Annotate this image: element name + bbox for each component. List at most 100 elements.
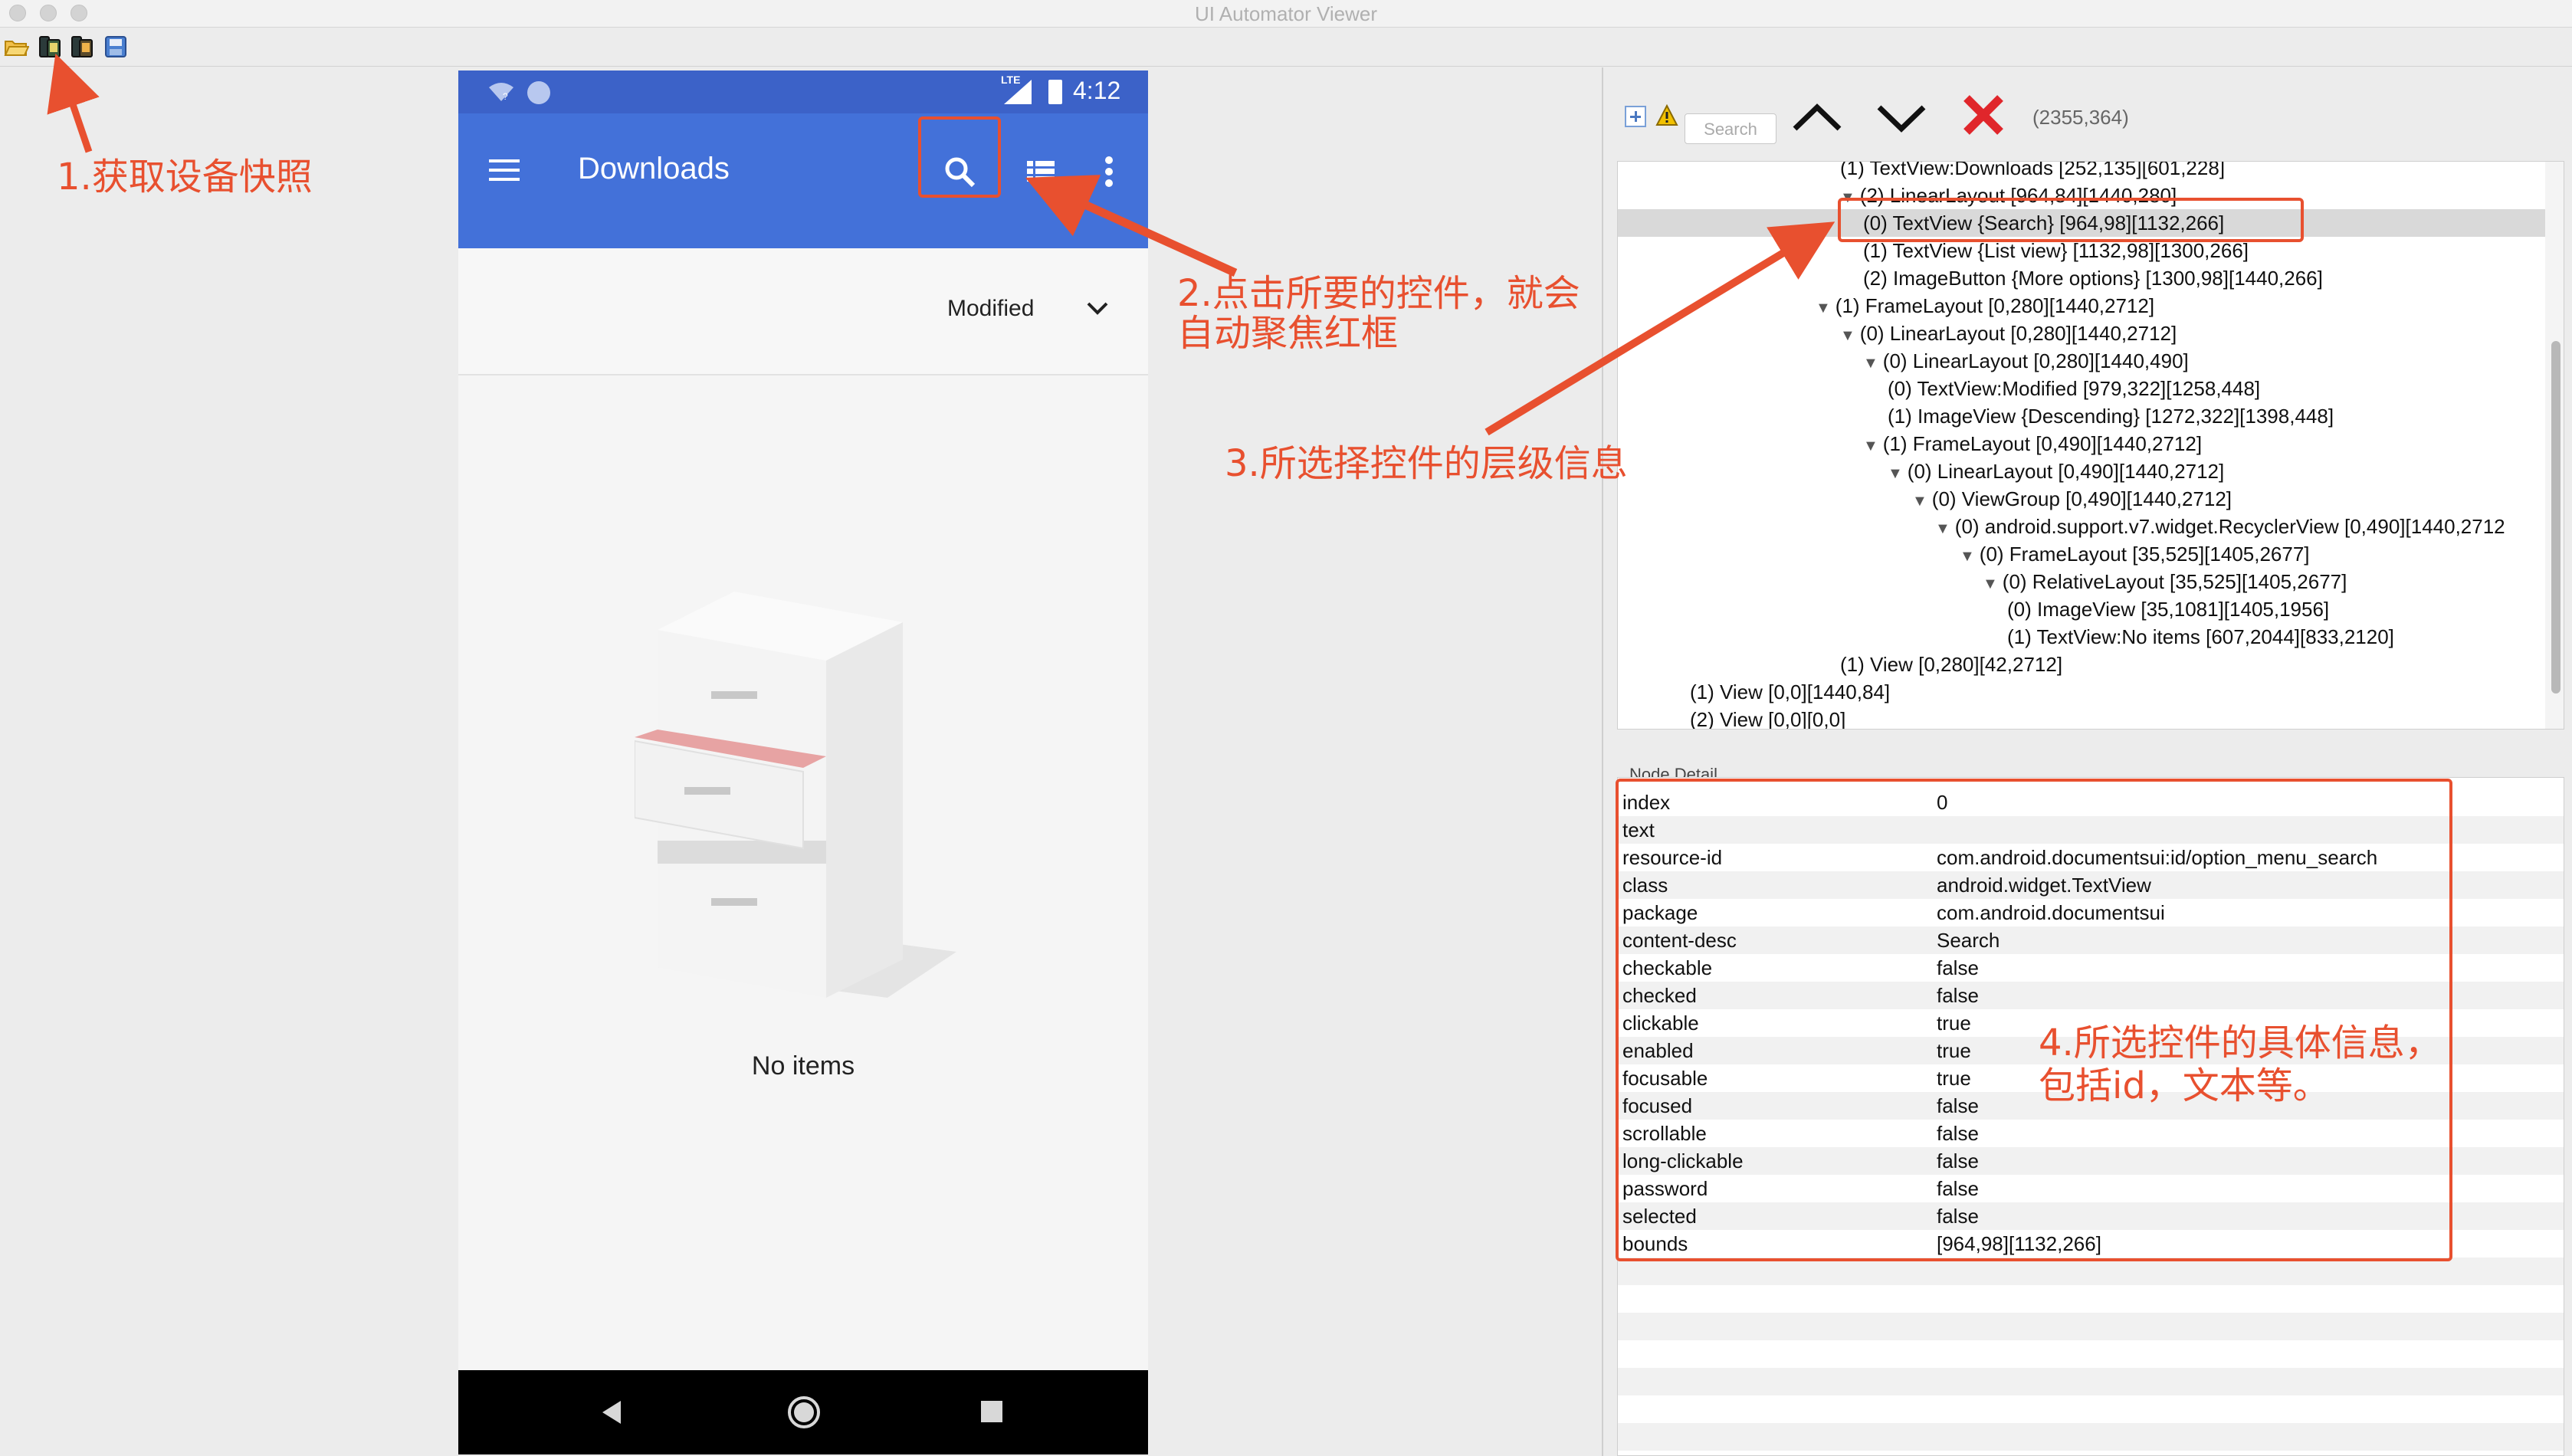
expand-triangle-icon[interactable]: ▼: [1863, 355, 1878, 372]
detail-row-empty: [1618, 1285, 2564, 1313]
tree-node-label: (1) TextView:Downloads [252,135][601,228…: [1840, 161, 2226, 179]
tree-node-label: (0) LinearLayout [0,280][1440,2712]: [1859, 322, 2177, 345]
tree-node-label: (2) View [0,0][0,0]: [1690, 708, 1846, 730]
tree-node[interactable]: (1) ImageView {Descending} [1272,322][13…: [1888, 402, 2334, 430]
tree-node[interactable]: (2) ImageButton {More options} [1300,98]…: [1863, 264, 2323, 292]
expand-triangle-icon[interactable]: ▼: [1888, 465, 1903, 482]
network-type: LTE: [1001, 74, 1021, 86]
tree-node-label: (1) View [0,280][42,2712]: [1840, 653, 2063, 676]
tree-node-label: (1) ImageView {Descending} [1272,322][13…: [1888, 405, 2334, 428]
annotation-step1: 1.获取设备快照: [57, 156, 313, 198]
expand-triangle-icon[interactable]: ▼: [1863, 438, 1878, 454]
home-icon[interactable]: [786, 1395, 822, 1430]
tree-node[interactable]: (1) View [0,280][42,2712]: [1840, 651, 2062, 678]
window-title: UI Automator Viewer: [1195, 2, 1377, 25]
recents-icon[interactable]: [981, 1401, 1002, 1422]
open-folder-icon[interactable]: [3, 34, 29, 60]
detail-row-empty: [1618, 1368, 2564, 1395]
expand-triangle-icon[interactable]: ▼: [1816, 300, 1831, 316]
tree-scroll-thumb[interactable]: [2551, 341, 2561, 694]
tree-vertical-scrollbar[interactable]: [2545, 162, 2564, 729]
tree-node-label: (0) android.support.v7.widget.RecyclerVi…: [1954, 515, 2505, 538]
tree-node-label: (0) RelativeLayout [35,525][1405,2677]: [2002, 570, 2347, 593]
tree-node[interactable]: (1) TextView:No items [607,2044][833,212…: [2007, 623, 2394, 651]
tree-node[interactable]: ▼ (0) FrameLayout [35,525][1405,2677]: [1960, 540, 2310, 568]
detail-row-empty: [1618, 1258, 2564, 1285]
annotation-step2-line2: 自动聚焦红框: [1177, 312, 1399, 355]
detail-row-empty: [1618, 1423, 2564, 1451]
tree-node-label: (0) ViewGroup [0,490][1440,2712]: [1931, 487, 2232, 510]
next-match-icon[interactable]: [1875, 98, 1928, 136]
tree-node-label: (0) FrameLayout [35,525][1405,2677]: [1979, 543, 2310, 566]
tree-node-label: (1) FrameLayout [0,280][1440,2712]: [1835, 294, 2155, 317]
more-options-icon[interactable]: [1104, 155, 1114, 189]
tree-node[interactable]: (0) TextView:Modified [979,322][1258,448…: [1888, 375, 2260, 402]
annotation-step2-line1: 2.点击所要的控件，就会: [1177, 272, 1580, 315]
tree-node-label: (1) FrameLayout [0,490][1440,2712]: [1882, 432, 2203, 455]
back-icon[interactable]: [601, 1399, 624, 1425]
node-detail-highlight: [1616, 779, 2452, 1261]
tree-node[interactable]: ▼ (0) LinearLayout [0,280][1440,2712]: [1840, 320, 2177, 347]
annotation-step4-line2: 包括id，文本等。: [2039, 1064, 2330, 1107]
hamburger-menu-icon[interactable]: [487, 155, 521, 185]
detail-row-empty: [1618, 1340, 2564, 1368]
empty-cabinet-illustration: [635, 584, 956, 1013]
tree-node-label: (2) ImageButton {More options} [1300,98]…: [1863, 267, 2323, 290]
expand-triangle-icon[interactable]: ▼: [1960, 548, 1975, 565]
expand-triangle-icon[interactable]: ▼: [1983, 576, 1998, 592]
tree-node[interactable]: ▼ (1) FrameLayout [0,280][1440,2712]: [1816, 292, 2154, 320]
tree-node[interactable]: ▼ (1) FrameLayout [0,490][1440,2712]: [1863, 430, 2202, 457]
cursor-coordinates: (2355,364): [2032, 106, 2129, 129]
tree-node[interactable]: ▼ (0) RelativeLayout [35,525][1405,2677]: [1983, 568, 2347, 595]
tree-node[interactable]: ▼ (0) LinearLayout [0,280][1440,490]: [1863, 347, 2189, 375]
tree-node-label: (1) View [0,0][1440,84]: [1690, 680, 1891, 703]
tree-node-label: (0) LinearLayout [0,280][1440,490]: [1882, 349, 2189, 372]
tree-node-label: (0) TextView:Modified [979,322][1258,448…: [1888, 377, 2261, 400]
selected-tree-node-highlight: [1838, 198, 2304, 242]
list-view-icon[interactable]: [1025, 156, 1056, 187]
annotation-step4-line1: 4.所选控件的具体信息，: [2039, 1021, 2442, 1064]
clear-search-icon[interactable]: [1960, 92, 2006, 138]
chevron-down-icon[interactable]: [1084, 297, 1111, 320]
detail-row-empty: [1618, 1313, 2564, 1340]
tree-node-label: (0) ImageView [35,1081][1405,1956]: [2007, 598, 2330, 621]
app-title: Downloads: [578, 152, 730, 185]
previous-match-icon[interactable]: [1790, 98, 1844, 136]
device-screenshot[interactable]: ? LTE 4:12 Downloads Modified No items: [458, 71, 1148, 1454]
expand-triangle-icon[interactable]: ▼: [1840, 327, 1855, 344]
device-screenshot-icon[interactable]: [37, 34, 63, 60]
warning-icon[interactable]: [1655, 104, 1678, 127]
status-time: 4:12: [1073, 77, 1121, 104]
device-screenshot-compressed-icon[interactable]: [69, 34, 95, 60]
battery-icon: [1048, 80, 1062, 104]
expand-triangle-icon[interactable]: ▼: [1912, 493, 1927, 510]
sort-label[interactable]: Modified: [947, 296, 1034, 322]
device-status-bar: ? LTE 4:12: [458, 71, 1148, 113]
window-titlebar: UI Automator Viewer: [0, 0, 2572, 28]
expand-all-icon[interactable]: [1625, 106, 1646, 127]
notification-icon: [527, 81, 550, 104]
tree-node-label: (0) LinearLayout [0,490][1440,2712]: [1907, 460, 2225, 483]
tree-node[interactable]: (1) View [0,0][1440,84]: [1690, 678, 1890, 706]
tree-node-label: (1) TextView:No items [607,2044][833,212…: [2007, 625, 2394, 648]
tree-node[interactable]: ▼ (0) ViewGroup [0,490][1440,2712]: [1912, 485, 2232, 513]
tree-node[interactable]: (2) View [0,0][0,0]: [1690, 706, 1846, 730]
tree-node[interactable]: (1) TextView:Downloads [252,135][601,228…: [1840, 161, 2226, 182]
tree-search-input[interactable]: Search: [1685, 113, 1776, 144]
empty-state-text: No items: [751, 1051, 855, 1081]
annotation-step3: 3.所选择控件的层级信息: [1225, 442, 1628, 485]
tree-node[interactable]: (0) ImageView [35,1081][1405,1956]: [2007, 595, 2329, 623]
detail-row-empty: [1618, 1395, 2564, 1423]
device-app-bar: Downloads: [458, 113, 1148, 248]
tree-node[interactable]: ▼ (0) android.support.v7.widget.RecyclerV…: [1935, 513, 2505, 540]
save-icon[interactable]: [103, 34, 129, 60]
tree-node[interactable]: ▼ (0) LinearLayout [0,490][1440,2712]: [1888, 457, 2224, 485]
sort-bar: Modified: [458, 248, 1148, 375]
main-toolbar: [0, 28, 2572, 67]
hierarchy-tree[interactable]: (1) TextView:Downloads [252,135][601,228…: [1617, 161, 2564, 730]
svg-text:?: ?: [503, 91, 508, 102]
tree-node-label: (1) TextView {List view} [1132,98][1300,…: [1863, 239, 2249, 262]
expand-triangle-icon[interactable]: ▼: [1935, 520, 1950, 537]
device-nav-bar: [458, 1370, 1148, 1454]
selected-control-highlight: [918, 116, 1001, 198]
